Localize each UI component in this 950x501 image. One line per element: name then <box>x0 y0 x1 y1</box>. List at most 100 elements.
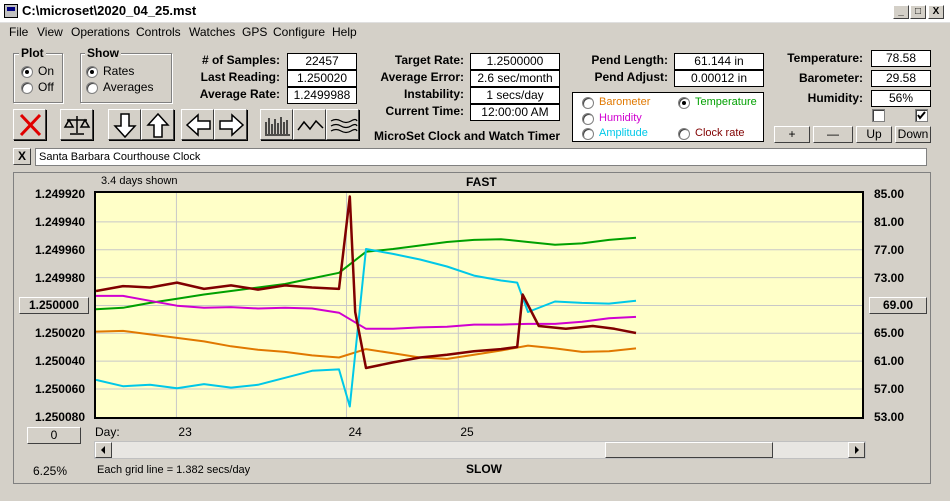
minus-button[interactable]: — <box>813 126 853 143</box>
menu-gps[interactable]: GPS <box>242 25 267 39</box>
menu-view[interactable]: View <box>37 25 63 39</box>
y-left-tick-label: 1.249940 <box>34 214 85 229</box>
amplitude-radio[interactable] <box>582 128 594 140</box>
zero-button[interactable]: 0 <box>27 427 81 444</box>
minimize-button[interactable]: _ <box>893 5 909 19</box>
y-right-tick-label: 81.00 <box>874 214 905 229</box>
scroll-right-arrow[interactable] <box>848 442 865 458</box>
humidity-label: Humidity: <box>807 91 863 105</box>
stop-button[interactable] <box>13 109 46 140</box>
app-icon[interactable] <box>4 4 18 18</box>
triangle-right-icon <box>855 446 859 454</box>
horizontal-scrollbar[interactable] <box>94 441 866 459</box>
clock-name-field[interactable]: Santa Barbara Courthouse Clock <box>35 148 927 166</box>
current-time-label: Current Time: <box>385 104 464 118</box>
scrollbar-thumb[interactable] <box>605 442 773 458</box>
temperature-value: 78.58 <box>871 50 931 67</box>
clock-rate-option-label: Clock rate <box>695 127 745 139</box>
title-bar: C:\microset\2020_04_25.mst _ □ X <box>0 0 950 23</box>
clear-clock-name-button[interactable]: X <box>13 148 31 165</box>
left-arrow-button[interactable] <box>181 109 214 140</box>
arrow-up-icon <box>146 112 170 138</box>
y-right-tick-label: 77.00 <box>874 242 905 257</box>
menu-file[interactable]: File <box>9 25 28 39</box>
red-x-icon <box>19 113 42 137</box>
scroll-left-arrow[interactable] <box>95 442 112 458</box>
ripple-view-button[interactable] <box>326 109 359 140</box>
line-view-button[interactable] <box>293 109 326 140</box>
average-error-value: 2.6 sec/month <box>470 70 560 87</box>
x-tick-label: 23 <box>178 425 192 439</box>
show-rates-radio[interactable] <box>86 66 98 78</box>
show-group-title: Show <box>85 46 121 60</box>
up-button[interactable]: Up <box>856 126 892 143</box>
up-arrow-button[interactable] <box>141 109 174 140</box>
plot-group <box>13 53 63 103</box>
arrow-left-icon <box>185 113 211 137</box>
maximize-button[interactable]: □ <box>910 5 926 19</box>
menu-controls[interactable]: Controls <box>136 25 181 39</box>
average-rate-label: Average Rate: <box>199 87 280 101</box>
bars-view-button[interactable] <box>260 109 293 140</box>
scale-icon <box>63 116 91 135</box>
close-button[interactable]: X <box>928 5 944 19</box>
balance-button[interactable] <box>60 109 93 140</box>
percent-readout: 6.25% <box>33 464 68 478</box>
humidity-value: 56% <box>871 90 931 107</box>
menu-watches[interactable]: Watches <box>189 25 235 39</box>
y-left-tick-label: 1.249920 <box>34 187 85 201</box>
pend-length-value: 61.144 in <box>674 53 764 70</box>
right-arrow-button[interactable] <box>214 109 247 140</box>
plus-button[interactable]: + <box>774 126 810 143</box>
down-arrow-button[interactable] <box>108 109 141 140</box>
right-center-value-button[interactable]: 69.00 <box>869 297 927 314</box>
ripple-lines-icon <box>330 118 358 134</box>
pend-adjust-value: 0.00012 in <box>674 70 764 87</box>
wave-line-icon <box>297 119 324 131</box>
y-right-tick-label: 65.00 <box>874 326 905 341</box>
menu-operations[interactable]: Operations <box>71 25 130 39</box>
target-rate-label: Target Rate: <box>394 53 464 67</box>
instability-value: 1 secs/day <box>470 87 560 104</box>
left-center-value-button[interactable]: 1.250000 <box>19 297 89 314</box>
chart-plot-area[interactable] <box>94 191 864 419</box>
option-checkbox-1[interactable] <box>872 109 885 122</box>
average-error-label: Average Error: <box>380 70 464 84</box>
y-right-tick-label: 85.00 <box>874 187 905 201</box>
temperature-label: Temperature: <box>787 51 863 65</box>
target-rate-value: 1.2500000 <box>470 53 560 70</box>
barometer-radio[interactable] <box>582 97 594 109</box>
days-shown: 3.4 days shown <box>101 175 178 187</box>
plot-off-radio[interactable] <box>21 82 33 94</box>
temperature-radio[interactable] <box>678 97 690 109</box>
x-tick-label: 25 <box>460 425 474 439</box>
temperature-option-label: Temperature <box>695 96 757 108</box>
instability-label: Instability: <box>403 87 464 101</box>
show-averages-radio[interactable] <box>86 82 98 94</box>
samples-label: # of Samples: <box>201 53 280 67</box>
show-group <box>80 53 172 103</box>
last-reading-value: 1.250020 <box>287 70 357 87</box>
option-checkbox-2[interactable] <box>915 109 928 122</box>
y-right-tick-label: 73.00 <box>874 270 905 285</box>
average-rate-value: 1.2499988 <box>287 87 357 104</box>
pend-length-label: Pend Length: <box>591 53 668 67</box>
clock-rate-radio[interactable] <box>678 128 690 140</box>
grid-note: Each grid line = 1.382 secs/day <box>97 464 251 476</box>
window-title: C:\microset\2020_04_25.mst <box>22 3 197 18</box>
humidity-radio[interactable] <box>582 113 594 125</box>
last-reading-label: Last Reading: <box>200 70 280 84</box>
slow-label: SLOW <box>466 462 502 476</box>
x-tick-label: 24 <box>348 425 362 439</box>
series-line-barometer <box>96 329 637 360</box>
y-left-tick-label: 1.250080 <box>34 409 85 424</box>
chart-svg <box>96 193 862 417</box>
barometer-value: 29.58 <box>871 70 931 87</box>
humidity-option-label: Humidity <box>599 112 642 124</box>
y-left-tick-label: 1.249980 <box>34 270 85 285</box>
plot-group-title: Plot <box>19 46 46 60</box>
menu-configure[interactable]: Configure <box>273 25 325 39</box>
down-button[interactable]: Down <box>895 126 931 143</box>
menu-help[interactable]: Help <box>332 25 357 39</box>
plot-on-radio[interactable] <box>21 66 33 78</box>
